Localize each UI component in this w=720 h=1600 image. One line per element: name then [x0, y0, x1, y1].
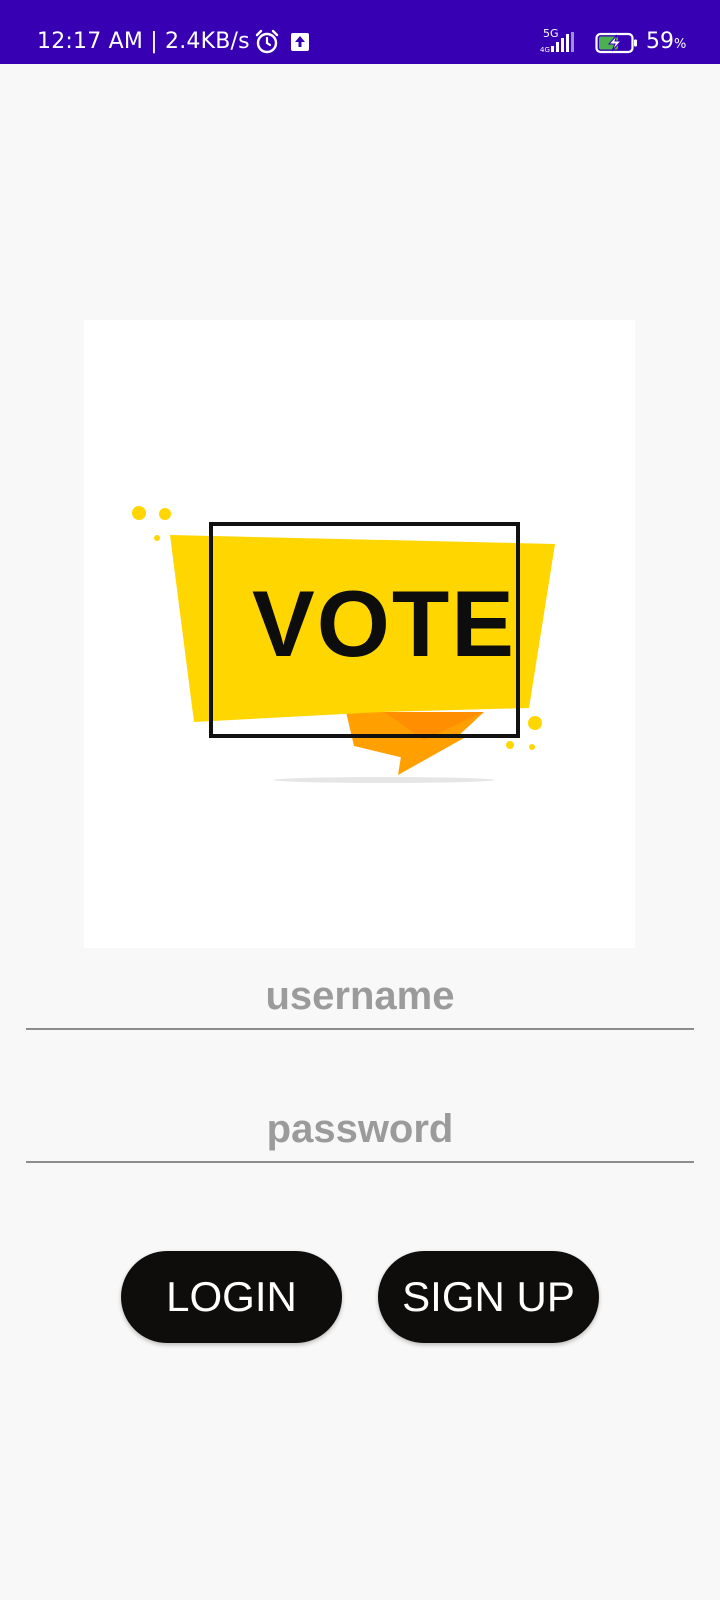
vote-logo-image: VOTE [84, 320, 635, 948]
vote-banner-graphic: VOTE [132, 506, 555, 783]
username-input[interactable] [26, 964, 694, 1028]
battery-charging-icon [595, 32, 637, 54]
signup-button[interactable]: SIGN UP [378, 1251, 599, 1343]
upload-icon [291, 33, 309, 51]
signal-strength-icon: 4G [540, 32, 574, 54]
battery-percentage: 59% [646, 29, 687, 54]
vote-logo-text: VOTE [252, 571, 516, 676]
password-input[interactable] [26, 1097, 694, 1161]
status-bar: 12:17 AM | 2.4KB/s 5G 4G 59% [0, 0, 720, 64]
username-field[interactable] [26, 964, 694, 1030]
alarm-clock-icon [255, 29, 279, 54]
login-button[interactable]: LOGIN [121, 1251, 342, 1343]
password-field[interactable] [26, 1097, 694, 1163]
status-time: 12:17 AM | 2.4KB/s [37, 29, 250, 54]
svg-text:4G: 4G [540, 46, 550, 54]
